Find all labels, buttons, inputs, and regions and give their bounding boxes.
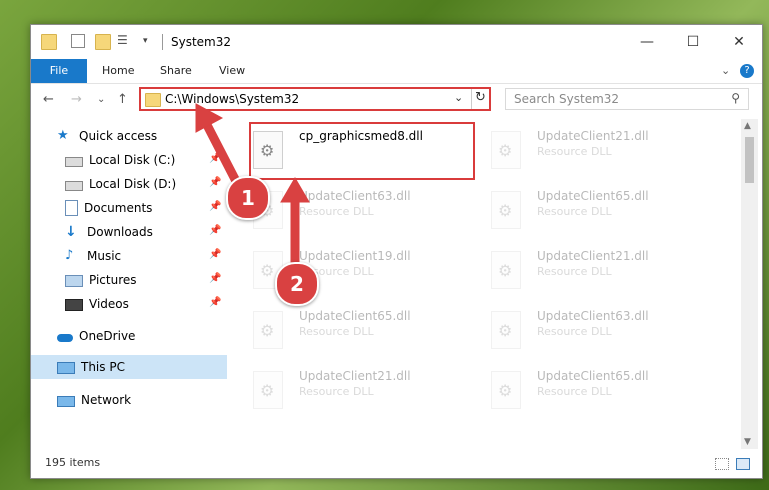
- dll-file-icon: [491, 311, 521, 349]
- pin-icon[interactable]: 📌: [209, 273, 221, 284]
- address-path[interactable]: C:\Windows\System32: [165, 92, 299, 106]
- sidebar-item-local-disk-d[interactable]: Local Disk (D:) 📌: [31, 172, 227, 196]
- drive-icon: [65, 180, 83, 191]
- folder-icon: [145, 93, 161, 107]
- drive-icon: [65, 156, 83, 167]
- title-separator: [162, 34, 163, 50]
- expand-ribbon-icon[interactable]: ⌄: [721, 59, 730, 83]
- file-item[interactable]: UpdateClient65.dll Resource DLL: [483, 363, 713, 419]
- dll-file-icon: [491, 251, 521, 289]
- search-placeholder: Search System32: [514, 92, 620, 106]
- customize-toolbar-icon[interactable]: ☰: [117, 34, 135, 48]
- file-item[interactable]: UpdateClient21.dll Resource DLL: [483, 243, 713, 299]
- pin-icon[interactable]: 📌: [209, 201, 221, 212]
- sidebar-item-quick-access[interactable]: ★ Quick access: [31, 124, 227, 148]
- dll-file-icon: [253, 311, 283, 349]
- cloud-icon: [57, 333, 73, 342]
- pin-icon[interactable]: 📌: [209, 177, 221, 188]
- tab-home[interactable]: Home: [102, 59, 134, 83]
- navigation-pane: ★ Quick access Local Disk (C:) 📌 Local D…: [31, 119, 227, 449]
- chevron-down-icon[interactable]: ▾: [143, 34, 157, 48]
- recent-locations-button[interactable]: ⌄: [97, 94, 105, 105]
- file-highlight-box: [249, 122, 475, 180]
- navigation-bar: ← → ⌄ ↑ C:\Windows\System32 ⌄ ↻ Search S…: [31, 84, 762, 116]
- item-count: 195 items: [45, 456, 101, 469]
- tab-file[interactable]: File: [31, 59, 87, 83]
- forward-button[interactable]: →: [71, 92, 82, 107]
- file-item[interactable]: UpdateClient63.dll Resource DLL: [245, 183, 475, 239]
- step-marker-2: 2: [275, 262, 319, 306]
- status-bar: 195 items: [31, 453, 762, 477]
- sidebar-item-downloads[interactable]: ↓ Downloads 📌: [31, 220, 227, 244]
- tab-view[interactable]: View: [219, 59, 245, 83]
- address-separator: [471, 89, 472, 109]
- minimize-button[interactable]: —: [624, 25, 670, 59]
- scroll-down-icon[interactable]: ▼: [744, 437, 751, 447]
- title-bar: ☰ ▾ System32 — ☐ ✕: [31, 25, 762, 59]
- sidebar-item-local-disk-c[interactable]: Local Disk (C:) 📌: [31, 148, 227, 172]
- refresh-button[interactable]: ↻: [475, 90, 486, 105]
- star-icon: ★: [57, 128, 69, 143]
- scroll-up-icon[interactable]: ▲: [744, 121, 751, 131]
- address-dropdown-icon[interactable]: ⌄: [454, 91, 463, 104]
- dll-file-icon: [491, 131, 521, 169]
- network-icon: [57, 395, 75, 407]
- scrollbar-thumb[interactable]: [745, 137, 754, 183]
- pin-icon[interactable]: 📌: [209, 225, 221, 236]
- address-bar[interactable]: C:\Windows\System32 ⌄ ↻: [139, 87, 491, 111]
- pin-icon[interactable]: 📌: [209, 249, 221, 260]
- computer-icon: [57, 361, 75, 374]
- folder-icon: [41, 34, 57, 50]
- ribbon: File Home Share View ⌄ ?: [31, 59, 762, 84]
- close-button[interactable]: ✕: [716, 25, 762, 59]
- sidebar-item-videos[interactable]: Videos 📌: [31, 292, 227, 316]
- details-view-icon[interactable]: [715, 458, 729, 470]
- sidebar-item-pictures[interactable]: Pictures 📌: [31, 268, 227, 292]
- sidebar-item-this-pc[interactable]: This PC: [31, 355, 227, 379]
- search-icon[interactable]: ⚲: [731, 91, 740, 105]
- dll-file-icon: [253, 371, 283, 409]
- pictures-icon: [65, 275, 83, 287]
- back-button[interactable]: ←: [43, 92, 54, 107]
- sidebar-item-music[interactable]: ♪ Music 📌: [31, 244, 227, 268]
- search-input[interactable]: Search System32 ⚲: [505, 88, 749, 110]
- up-button[interactable]: ↑: [117, 92, 128, 107]
- sidebar-item-onedrive[interactable]: OneDrive: [31, 324, 227, 348]
- sidebar-item-network[interactable]: Network: [31, 388, 227, 412]
- window-title: System32: [171, 35, 232, 49]
- download-icon: ↓: [65, 224, 77, 240]
- new-folder-icon[interactable]: [95, 34, 111, 50]
- file-item[interactable]: UpdateClient21.dll Resource DLL: [483, 123, 713, 179]
- file-item[interactable]: UpdateClient65.dll Resource DLL: [483, 183, 713, 239]
- pin-icon[interactable]: 📌: [209, 153, 221, 164]
- music-icon: ♪: [65, 248, 74, 263]
- large-icons-view-icon[interactable]: [736, 458, 750, 470]
- help-icon[interactable]: ?: [740, 64, 754, 78]
- tab-share[interactable]: Share: [160, 59, 192, 83]
- file-item[interactable]: UpdateClient63.dll Resource DLL: [483, 303, 713, 359]
- file-item[interactable]: UpdateClient21.dll Resource DLL: [245, 363, 475, 419]
- sidebar-item-documents[interactable]: Documents 📌: [31, 196, 227, 220]
- video-icon: [65, 299, 83, 311]
- dll-file-icon: [491, 191, 521, 229]
- maximize-button[interactable]: ☐: [670, 25, 716, 59]
- dll-file-icon: [491, 371, 521, 409]
- step-marker-1: 1: [226, 176, 270, 220]
- file-item[interactable]: UpdateClient65.dll Resource DLL: [245, 303, 475, 359]
- vertical-scrollbar[interactable]: ▲ ▼: [741, 119, 758, 449]
- pin-icon[interactable]: 📌: [209, 297, 221, 308]
- file-explorer-window: ☰ ▾ System32 — ☐ ✕ File Home Share View …: [30, 24, 763, 479]
- properties-icon[interactable]: [71, 34, 85, 48]
- documents-icon: [65, 200, 78, 216]
